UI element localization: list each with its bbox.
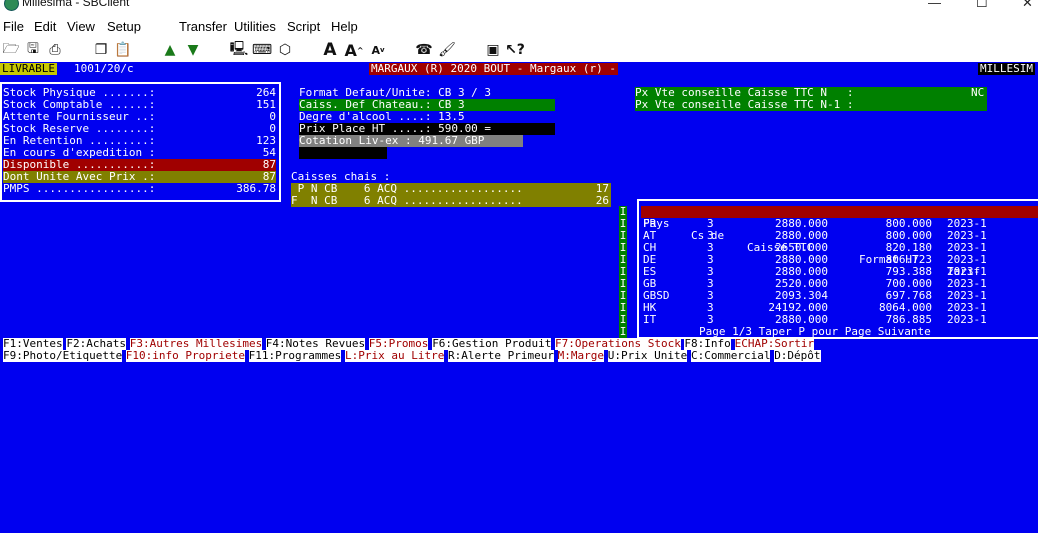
- function-key[interactable]: L:Prix au Litre: [345, 350, 445, 362]
- function-key[interactable]: F10:info Propriete: [125, 350, 246, 362]
- computer-icon[interactable]: 🖳: [229, 40, 249, 60]
- menu-file[interactable]: File: [3, 19, 24, 34]
- tarif-cell-pays: IT: [643, 313, 657, 326]
- stock-label: PMPS .................:: [3, 182, 156, 195]
- stock-value: 386.78: [236, 182, 276, 195]
- menu-script[interactable]: Script: [287, 19, 320, 34]
- product-title: MARGAUX (R) 2020 BOUT - Margaux (r) -: [369, 62, 619, 75]
- maximize-icon[interactable]: ☐: [976, 0, 988, 11]
- copy-icon[interactable]: ❐: [91, 40, 111, 60]
- menu-utilities[interactable]: Utilities: [234, 19, 276, 34]
- function-key[interactable]: C:Commercial: [691, 350, 771, 362]
- function-key[interactable]: U:Prix Unite: [607, 350, 688, 362]
- function-key[interactable]: F9:Photo/Etiquette: [3, 350, 123, 362]
- px-vte-n-value: NC: [971, 86, 985, 99]
- menu-transfer[interactable]: Transfer: [179, 19, 227, 34]
- brush-icon[interactable]: 🖌: [437, 40, 457, 60]
- help-cursor-icon[interactable]: ↖?: [505, 40, 525, 60]
- save-icon[interactable]: 🖫: [23, 40, 43, 60]
- minimize-icon[interactable]: —: [928, 0, 941, 10]
- tarif-cell-tarif: 2023-1: [947, 313, 987, 326]
- function-key[interactable]: R:Alerte Primeur: [448, 350, 554, 362]
- phone-icon[interactable]: ☎: [414, 40, 434, 60]
- paste-icon[interactable]: 📋: [113, 40, 133, 60]
- px-vte-n1: Px Vte conseille Caisse TTC N-1 :: [635, 99, 987, 111]
- open-folder-icon[interactable]: 🗁: [1, 40, 21, 60]
- toolbar: 🗁 🖫 ⎙ ❐ 📋 ▲ ▼ 🖳 ⌨ ⬡ A A ^ Av ☎ 🖌 ▣ ↖?: [0, 38, 1038, 62]
- close-icon[interactable]: ✕: [1022, 0, 1033, 11]
- shape-icon[interactable]: ⬡: [275, 40, 295, 60]
- app-icon: [4, 0, 19, 11]
- font-large-icon[interactable]: A: [320, 40, 340, 60]
- empty-field: [299, 147, 387, 159]
- product-code: 1001/20/c: [74, 62, 134, 75]
- status-livrable: LIVRABLE: [0, 62, 57, 75]
- menu-setup[interactable]: Setup: [107, 19, 141, 34]
- terminal-screen[interactable]: LIVRABLE 1001/20/c MARGAUX (R) 2020 BOUT…: [0, 62, 1038, 533]
- print-icon[interactable]: ⎙: [45, 40, 65, 60]
- arrow-down-icon[interactable]: ▼: [183, 40, 203, 60]
- function-key[interactable]: F11:Programmes: [248, 350, 342, 362]
- function-key[interactable]: D:Dépôt: [774, 350, 821, 362]
- window-icon[interactable]: ▣: [483, 40, 503, 60]
- menu-bar: File Edit View Setup Transfer Utilities …: [0, 16, 1038, 38]
- font-decrease-icon[interactable]: Av: [368, 40, 388, 60]
- menu-view[interactable]: View: [67, 19, 95, 34]
- caisse-qty: 26: [595, 194, 609, 207]
- keyboard-icon[interactable]: ⌨: [252, 40, 272, 60]
- company-badge: MILLESIM: [978, 62, 1035, 75]
- arrow-up-icon[interactable]: ▲: [160, 40, 180, 60]
- page-info: Page 1/3 Taper P pour Page Suivante: [699, 325, 931, 338]
- font-increase-icon[interactable]: A ^: [344, 40, 364, 60]
- caisse-row[interactable]: F N CB 6 ACQ .................. 26: [291, 195, 611, 207]
- row-marker: I: [619, 205, 627, 218]
- stock-list: Stock Physique .......: 264 Stock Comptab…: [3, 87, 276, 197]
- cotation-livex: Cotation Liv-ex : 491.67 GBP: [299, 135, 523, 147]
- menu-edit[interactable]: Edit: [34, 19, 56, 34]
- title-bar: Millesima - SBClient — ☐ ✕: [0, 0, 1038, 14]
- menu-help[interactable]: Help: [331, 19, 358, 34]
- function-key[interactable]: M:Marge: [557, 350, 604, 362]
- caisse-text: F N CB 6 ACQ ..................: [291, 194, 523, 207]
- window-title: Millesima - SBClient: [22, 0, 130, 9]
